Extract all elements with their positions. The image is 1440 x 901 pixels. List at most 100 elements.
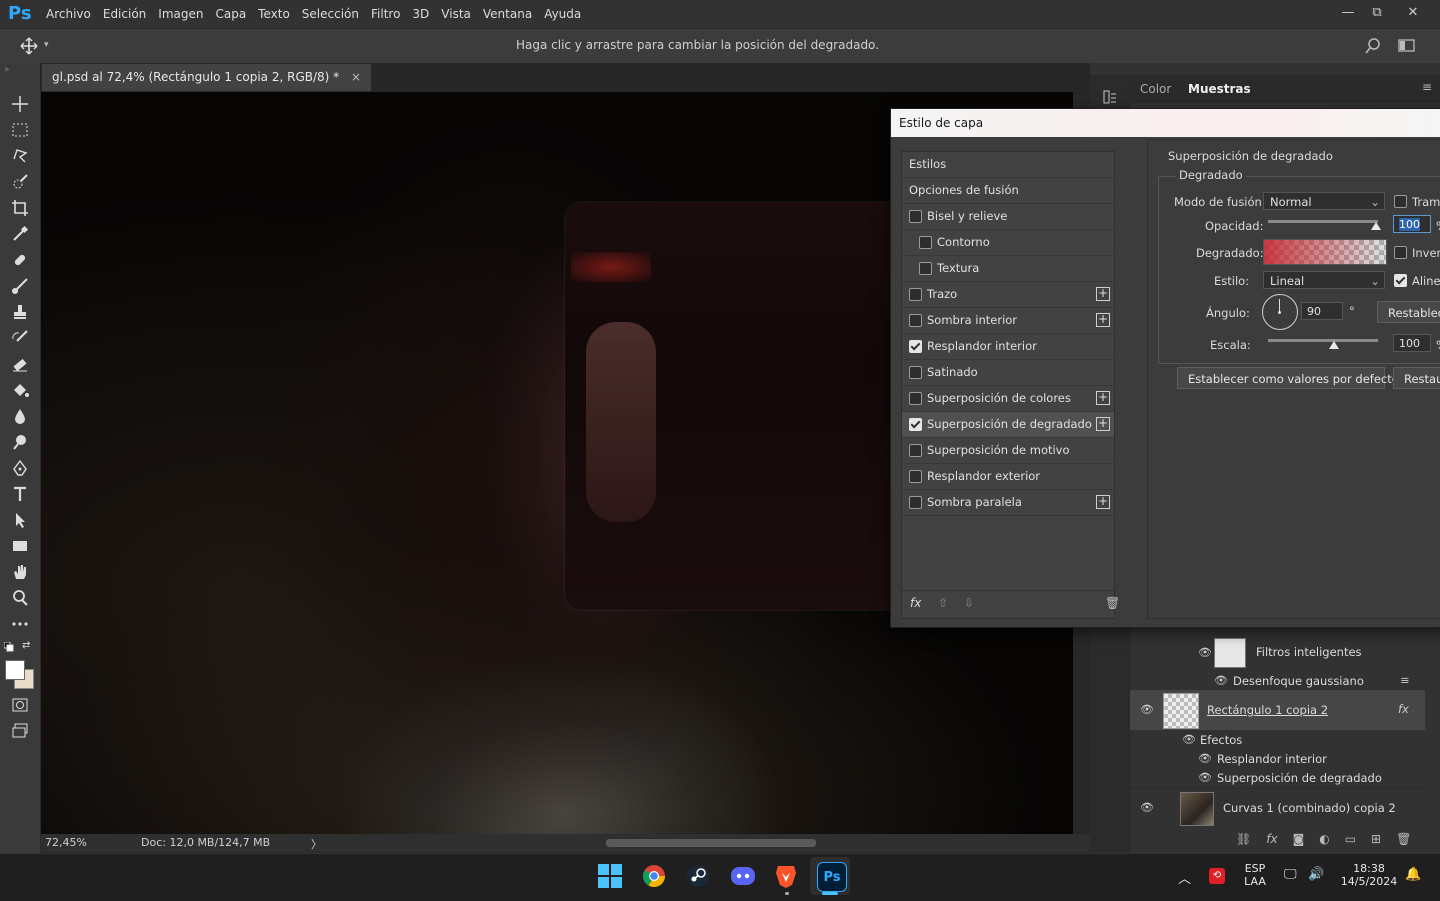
style-checkbox[interactable] [919, 262, 932, 275]
opacity-slider-track[interactable] [1268, 220, 1378, 223]
layer-row-curves[interactable]: 👁 Curvas 1 (combinado) copia 2 [1130, 788, 1425, 827]
menu-item-seleccion[interactable]: Selección [296, 7, 365, 21]
notifications-icon[interactable]: 🔔 [1405, 867, 1421, 882]
menu-item-vista[interactable]: Vista [435, 7, 477, 21]
volume-icon[interactable]: 🔊 [1308, 867, 1324, 882]
workspace-icon[interactable] [1398, 38, 1416, 54]
style-item[interactable]: Trazo + [902, 282, 1114, 308]
menu-item-filtro[interactable]: Filtro [365, 7, 406, 21]
reset-alignment-button[interactable]: Restablece [1377, 301, 1440, 323]
panel-menu-icon[interactable]: ≡ [1422, 80, 1432, 94]
style-item[interactable]: Superposición de degradado + [902, 412, 1114, 438]
network-icon[interactable]: 🖵 [1284, 867, 1297, 882]
zoom-level[interactable]: 72,45% [45, 836, 87, 849]
eyedropper-icon[interactable] [8, 222, 32, 246]
add-instance-icon[interactable]: + [1096, 287, 1110, 301]
layer-row-rectangle[interactable]: 👁 Rectángulo 1 copia 2 fx [1130, 690, 1425, 730]
brush-tool-icon[interactable] [8, 274, 32, 298]
minimize-button[interactable]: — [1333, 2, 1363, 24]
zoom-tool-icon[interactable] [8, 586, 32, 610]
menu-item-texto[interactable]: Texto [252, 7, 296, 21]
menu-item-edicion[interactable]: Edición [97, 7, 152, 21]
brave-icon[interactable] [775, 863, 797, 889]
visibility-eye-icon[interactable]: 👁 [1198, 646, 1212, 659]
effect-row-inner-glow[interactable]: 👁 Resplandor interior [1130, 750, 1425, 768]
style-item[interactable]: Bisel y relieve [902, 204, 1114, 230]
status-menu-arrow[interactable]: 〉 [311, 836, 322, 852]
style-checkbox[interactable] [909, 470, 922, 483]
photoshop-taskbar-icon[interactable]: Ps [817, 862, 847, 892]
add-instance-icon[interactable]: + [1096, 417, 1110, 431]
move-up-icon[interactable]: ⇧ [938, 596, 948, 610]
add-instance-icon[interactable]: + [1096, 313, 1110, 327]
menu-item-capa[interactable]: Capa [209, 7, 252, 21]
reset-default-button[interactable]: Restaur [1393, 367, 1440, 389]
filter-options-icon[interactable]: ≡ [1400, 673, 1410, 687]
move-tool-icon[interactable] [8, 92, 32, 116]
menu-item-ventana[interactable]: Ventana [477, 7, 538, 21]
layer-row-smart-filters[interactable]: 👁 Filtros inteligentes [1130, 636, 1425, 668]
chrome-icon[interactable] [642, 864, 666, 888]
curves-layer-name[interactable]: Curvas 1 (combinado) copia 2 [1223, 801, 1396, 815]
style-checkbox[interactable] [909, 340, 922, 353]
menu-item-imagen[interactable]: Imagen [152, 7, 209, 21]
dither-checkbox[interactable] [1394, 195, 1407, 208]
style-select[interactable]: Lineal ⌄ [1263, 271, 1385, 289]
history-panel-icon[interactable] [1102, 89, 1118, 105]
style-checkbox[interactable] [909, 392, 922, 405]
tab-swatches[interactable]: Muestras [1188, 82, 1251, 96]
collapse-icon[interactable]: » [4, 65, 10, 75]
visibility-eye-icon[interactable]: 👁 [1198, 752, 1212, 765]
menu-item-ayuda[interactable]: Ayuda [538, 7, 587, 21]
blending-options-item[interactable]: Opciones de fusión [902, 178, 1114, 204]
angle-input[interactable]: 90 [1301, 302, 1343, 320]
discord-icon[interactable] [730, 864, 756, 888]
style-checkbox[interactable] [909, 314, 922, 327]
style-checkbox[interactable] [909, 210, 922, 223]
close-window-button[interactable]: ✕ [1398, 2, 1428, 24]
effects-row[interactable]: 👁 Efectos [1130, 731, 1425, 749]
marquee-tool-icon[interactable] [8, 118, 32, 142]
add-mask-icon[interactable]: ◙ [1293, 832, 1305, 848]
tray-app-icon[interactable]: ⟲ [1209, 868, 1225, 884]
eraser-tool-icon[interactable] [8, 352, 32, 376]
type-tool-icon[interactable] [8, 482, 32, 506]
screen-mode-icon[interactable] [8, 719, 32, 743]
opacity-slider-thumb[interactable] [1371, 222, 1381, 230]
paint-bucket-icon[interactable] [8, 378, 32, 402]
fx-icon[interactable]: fx [910, 596, 921, 610]
clock[interactable]: 18:38 14/5/2024 [1336, 862, 1402, 888]
style-item[interactable]: Satinado [902, 360, 1114, 386]
chevron-down-icon[interactable]: ⌄ [1376, 242, 1386, 256]
style-item[interactable]: Resplandor interior [902, 334, 1114, 360]
style-checkbox[interactable] [909, 496, 922, 509]
scale-slider-thumb[interactable] [1329, 341, 1339, 349]
healing-brush-icon[interactable] [8, 248, 32, 272]
rectangle-layer-name[interactable]: Rectángulo 1 copia 2 [1207, 703, 1328, 717]
style-item[interactable]: Superposición de colores + [902, 386, 1114, 412]
menu-item-3d[interactable]: 3D [406, 7, 435, 21]
quick-selection-icon[interactable] [8, 170, 32, 194]
gradient-picker[interactable] [1263, 239, 1387, 265]
path-selection-icon[interactable] [8, 508, 32, 532]
restore-button[interactable]: ⧉ [1362, 2, 1392, 24]
new-layer-icon[interactable]: ⊞ [1371, 832, 1381, 848]
layer-fx-icon[interactable]: fx [1398, 702, 1409, 716]
style-checkbox[interactable] [909, 366, 922, 379]
dodge-tool-icon[interactable] [8, 430, 32, 454]
foreground-color-swatch[interactable] [5, 660, 25, 680]
blend-mode-select[interactable]: Normal ⌄ [1263, 192, 1385, 210]
style-checkbox[interactable] [909, 418, 922, 431]
default-colors-icon[interactable] [3, 641, 14, 652]
scale-slider-track[interactable] [1268, 339, 1378, 342]
style-item[interactable]: Contorno [902, 230, 1114, 256]
style-checkbox[interactable] [919, 236, 932, 249]
style-item[interactable]: Sombra paralela + [902, 490, 1114, 516]
menu-item-archivo[interactable]: Archivo [40, 7, 97, 21]
more-tools-icon[interactable] [8, 612, 32, 636]
horizontal-scrollbar-thumb[interactable] [606, 839, 816, 847]
hand-tool-icon[interactable] [8, 560, 32, 584]
angle-dial[interactable] [1262, 294, 1298, 330]
delete-layer-icon[interactable]: 🗑 [1396, 832, 1411, 848]
visibility-eye-icon[interactable]: 👁 [1214, 674, 1228, 687]
